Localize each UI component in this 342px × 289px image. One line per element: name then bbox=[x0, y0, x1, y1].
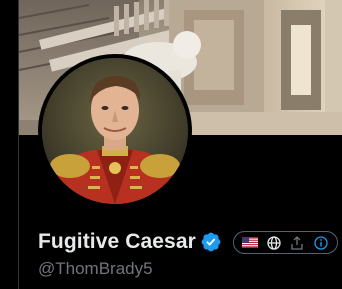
profile-action-group bbox=[233, 231, 338, 254]
display-name: Fugitive Caesar bbox=[38, 230, 196, 253]
user-handle: @ThomBrady5 bbox=[38, 259, 153, 278]
name-row: Fugitive Caesar bbox=[38, 228, 222, 256]
us-flag-icon[interactable] bbox=[241, 234, 259, 252]
avatar[interactable] bbox=[42, 58, 188, 204]
verified-badge-icon[interactable] bbox=[200, 231, 222, 253]
info-icon[interactable] bbox=[312, 234, 330, 252]
share-icon[interactable] bbox=[288, 234, 306, 252]
globe-icon[interactable] bbox=[265, 234, 283, 252]
